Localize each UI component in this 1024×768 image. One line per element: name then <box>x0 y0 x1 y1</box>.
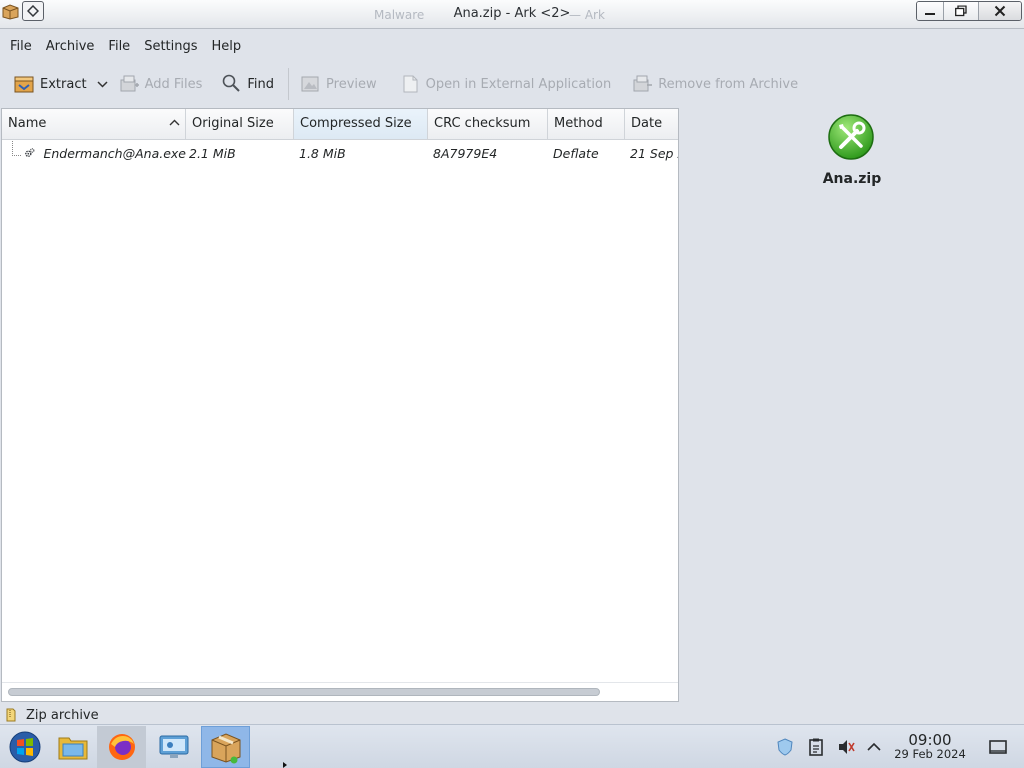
add-files-label: Add Files <box>144 76 203 92</box>
ark-icon <box>211 733 240 764</box>
cell-crc: 8A7979E4 <box>433 145 498 161</box>
executable-icon <box>25 148 35 157</box>
horizontal-scrollbar[interactable] <box>8 688 674 696</box>
restore-icon <box>955 5 967 17</box>
taskbar-ark[interactable] <box>201 726 250 768</box>
list-header: Name Original Size Compressed Size CRC c… <box>2 109 678 140</box>
column-header-date[interactable]: Date <box>625 109 678 139</box>
cell-method: Deflate <box>553 145 599 161</box>
status-text: Zip archive <box>26 707 99 723</box>
column-header-original-size[interactable]: Original Size <box>186 109 294 139</box>
title-bar[interactable]: Malware — Ark Ana.zip - Ark <2> <box>0 0 1024 29</box>
cell-original-size: 2.1 MiB <box>189 145 236 161</box>
find-label: Find <box>247 76 275 92</box>
taskbar-firefox[interactable] <box>97 726 146 768</box>
cell-compressed-size: 1.8 MiB <box>299 145 346 161</box>
mouse-cursor-icon <box>283 762 287 768</box>
taskbar-file-manager[interactable] <box>48 726 97 768</box>
column-label-crc: CRC checksum <box>434 116 531 131</box>
start-button[interactable] <box>0 726 49 768</box>
cell-date: 21 Sep 2 <box>630 145 678 161</box>
window-controls <box>916 1 1022 21</box>
zip-file-icon <box>6 708 16 722</box>
minimize-icon <box>925 13 935 15</box>
menu-bar: File Archive File Settings Help <box>0 29 1024 63</box>
preview-label: Preview <box>326 76 377 92</box>
extract-button[interactable]: Extract <box>13 68 87 100</box>
menu-help[interactable]: Help <box>205 39 249 54</box>
window-title: Ana.zip - Ark <2> <box>453 6 571 21</box>
column-label-date: Date <box>631 116 663 131</box>
column-label-method: Method <box>554 116 603 131</box>
cell-name: Endermanch@Ana.exe <box>2 145 186 161</box>
column-header-method[interactable]: Method <box>548 109 625 139</box>
folder-icon <box>58 737 87 760</box>
file-name: Endermanch@Ana.exe <box>43 145 186 161</box>
add-files-button[interactable]: Add Files <box>118 68 203 100</box>
search-icon <box>223 74 241 92</box>
toolbar-separator <box>288 68 290 100</box>
close-icon <box>994 5 1006 17</box>
remove-label: Remove from Archive <box>658 76 799 92</box>
start-icon <box>9 731 40 763</box>
clock-date[interactable]: 29 Feb 2024 <box>880 747 980 761</box>
preview-icon <box>301 76 319 92</box>
system-settings-icon <box>159 735 188 758</box>
column-label-original-size: Original Size <box>192 116 274 131</box>
add-files-icon <box>120 75 139 92</box>
column-header-compressed-size[interactable]: Compressed Size <box>294 109 428 139</box>
menu-archive[interactable]: Archive <box>39 39 102 54</box>
toolbar: Extract Add Files Find Preview Open in E… <box>0 65 1024 103</box>
status-bar: Zip archive <box>6 706 99 724</box>
archive-name-label: Ana.zip <box>822 171 882 187</box>
column-label-compressed-size: Compressed Size <box>300 116 412 131</box>
menu-file-2[interactable]: File <box>101 39 137 54</box>
document-icon <box>403 75 418 93</box>
chevron-down-icon[interactable] <box>97 80 108 88</box>
menu-settings[interactable]: Settings <box>137 39 204 54</box>
maximize-button[interactable] <box>943 2 978 20</box>
remove-files-icon <box>633 75 653 92</box>
remove-button[interactable]: Remove from Archive <box>631 68 798 100</box>
volume-muted-icon[interactable] <box>836 737 856 757</box>
sort-ascending-icon <box>169 119 180 126</box>
archive-file-list[interactable]: Name Original Size Compressed Size CRC c… <box>1 108 679 702</box>
column-header-name[interactable]: Name <box>2 109 186 139</box>
network-shield-icon[interactable] <box>775 737 795 757</box>
extract-label: Extract <box>40 76 87 92</box>
extract-icon <box>14 76 34 93</box>
table-row[interactable]: Endermanch@Ana.exe 2.1 MiB 1.8 MiB 8A797… <box>2 139 678 167</box>
open-external-button[interactable]: Open in External Application <box>399 68 612 100</box>
minimize-button[interactable] <box>917 2 943 20</box>
taskbar <box>0 724 1024 768</box>
column-header-crc[interactable]: CRC checksum <box>428 109 548 139</box>
show-desktop-icon[interactable] <box>988 737 1008 757</box>
preview-button[interactable]: Preview <box>299 68 377 100</box>
find-button[interactable]: Find <box>220 68 274 100</box>
close-button[interactable] <box>978 2 1021 20</box>
taskbar-system-settings[interactable] <box>149 726 198 768</box>
clipboard-icon[interactable] <box>806 737 826 757</box>
list-divider <box>2 682 678 683</box>
scrollbar-thumb[interactable] <box>8 688 600 696</box>
tools-icon <box>828 114 874 160</box>
menu-file[interactable]: File <box>3 39 39 54</box>
open-external-label: Open in External Application <box>425 76 612 92</box>
firefox-icon <box>108 734 135 760</box>
column-label-name: Name <box>8 116 47 131</box>
